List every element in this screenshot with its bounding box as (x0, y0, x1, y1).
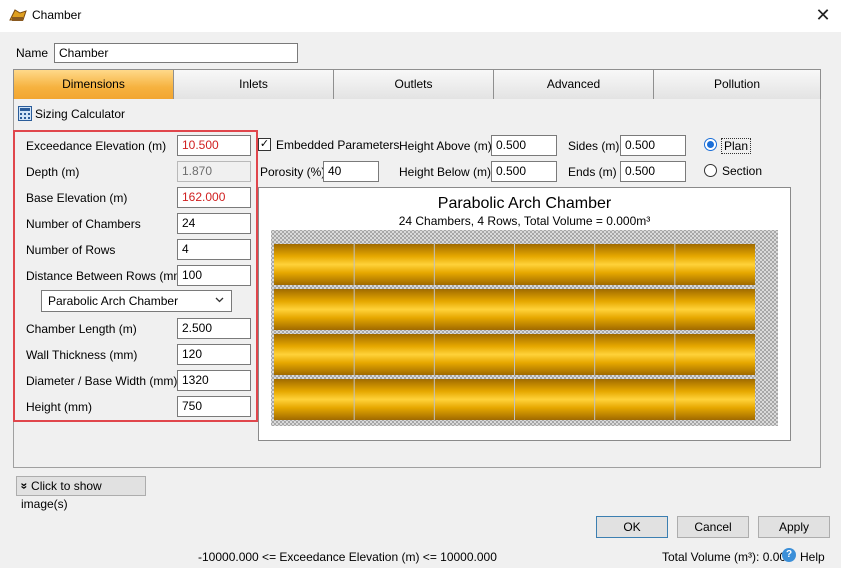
elevation-range-status: -10000.000 <= Exceedance Elevation (m) <… (198, 550, 497, 564)
name-input[interactable]: Chamber (54, 43, 298, 63)
distance-rows-input[interactable]: 100 (177, 265, 251, 286)
tab-advanced[interactable]: Advanced (493, 69, 654, 100)
section-radio[interactable] (704, 164, 717, 177)
num-rows-label: Number of Rows (26, 243, 116, 257)
height-below-label: Height Below (m) (399, 165, 492, 179)
porosity-input[interactable]: 40 (323, 161, 379, 182)
embedded-parameters-label: Embedded Parameters (276, 138, 400, 152)
sizing-calculator-link[interactable]: Sizing Calculator (35, 107, 125, 121)
window-title: Chamber (32, 8, 82, 22)
base-elevation-input[interactable]: 162.000 (177, 187, 251, 208)
plan-view-drawing (271, 230, 778, 426)
height-input[interactable]: 750 (177, 396, 251, 417)
name-label: Name (16, 46, 49, 60)
tab-inlets[interactable]: Inlets (173, 69, 334, 100)
section-label: Section (722, 164, 763, 178)
help-link[interactable]: Help (800, 550, 825, 564)
chamber-length-input[interactable]: 2.500 (177, 318, 251, 339)
diameter-input[interactable]: 1320 (177, 370, 251, 391)
exceedance-input[interactable]: 10.500 (177, 135, 251, 156)
wall-thickness-input[interactable]: 120 (177, 344, 251, 365)
tab-dimensions[interactable]: Dimensions (13, 69, 174, 100)
cancel-button[interactable]: Cancel (677, 516, 749, 538)
calculator-icon[interactable] (18, 106, 32, 121)
help-icon[interactable]: ? (782, 548, 796, 562)
show-images-button[interactable]: » Click to show image(s) (16, 476, 146, 511)
chevron-down-icon (215, 297, 224, 303)
base-elevation-label: Base Elevation (m) (26, 191, 128, 205)
plan-label: Plan (721, 138, 752, 154)
height-above-label: Height Above (m) (399, 139, 492, 153)
embedded-parameters-checkbox[interactable]: ✓ (258, 138, 271, 151)
wall-thickness-label: Wall Thickness (mm) (26, 348, 138, 362)
plan-radio[interactable] (704, 138, 717, 151)
num-rows-input[interactable]: 4 (177, 239, 251, 260)
chamber-length-label: Chamber Length (m) (26, 322, 137, 336)
double-chevron-down-icon: » (17, 482, 32, 490)
close-icon[interactable]: ✕ (812, 4, 834, 26)
title-bar: Chamber ✕ (0, 0, 841, 32)
num-chambers-input[interactable]: 24 (177, 213, 251, 234)
total-volume-status: Total Volume (m³): 0.000 (662, 550, 793, 564)
tab-pollution[interactable]: Pollution (653, 69, 821, 100)
diagram-title: Parabolic Arch Chamber (437, 195, 612, 212)
distance-rows-label: Distance Between Rows (mm) (26, 269, 188, 283)
porosity-label: Porosity (%) (260, 165, 326, 179)
apply-button[interactable]: Apply (758, 516, 830, 538)
chamber-diagram: Parabolic Arch Chamber 24 Chambers, 4 Ro… (258, 187, 791, 441)
exceedance-label: Exceedance Elevation (m) (26, 139, 167, 153)
sides-label: Sides (m) (568, 139, 620, 153)
diameter-label: Diameter / Base Width (mm) (26, 374, 178, 388)
depth-input: 1.870 (177, 161, 251, 182)
num-chambers-label: Number of Chambers (26, 217, 141, 231)
height-label: Height (mm) (26, 400, 93, 414)
sides-input[interactable]: 0.500 (620, 135, 686, 156)
ok-button[interactable]: OK (596, 516, 668, 538)
ends-input[interactable]: 0.500 (620, 161, 686, 182)
chamber-type-select[interactable]: Parabolic Arch Chamber (41, 290, 232, 312)
ends-label: Ends (m) (568, 165, 617, 179)
height-above-input[interactable]: 0.500 (491, 135, 557, 156)
chamber-app-icon (9, 9, 27, 21)
chamber-type-value: Parabolic Arch Chamber (48, 294, 179, 308)
tab-outlets[interactable]: Outlets (333, 69, 494, 100)
diagram-subtitle: 24 Chambers, 4 Rows, Total Volume = 0.00… (398, 214, 651, 228)
height-below-input[interactable]: 0.500 (491, 161, 557, 182)
depth-label: Depth (m) (26, 165, 80, 179)
tab-bar: Dimensions Inlets Outlets Advanced Pollu… (13, 69, 821, 100)
